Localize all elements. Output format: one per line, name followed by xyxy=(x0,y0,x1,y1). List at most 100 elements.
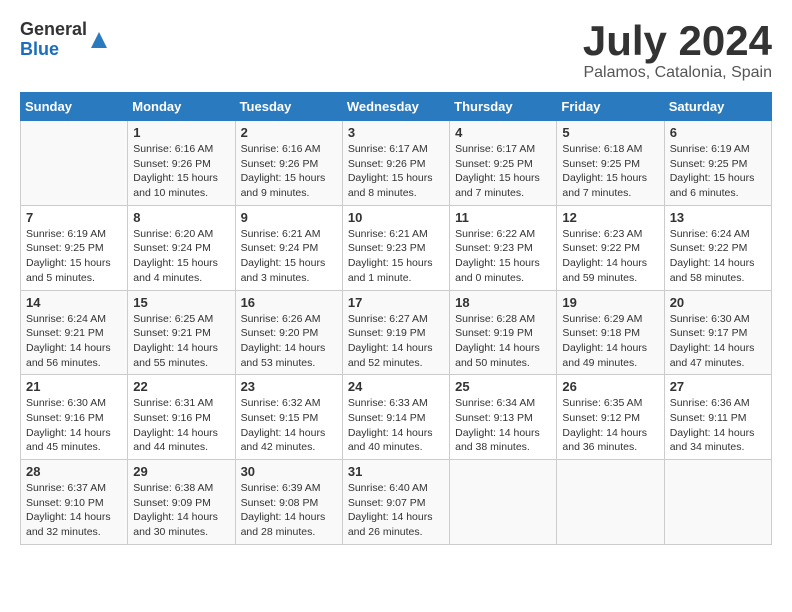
calendar-cell: 7 Sunrise: 6:19 AM Sunset: 9:25 PM Daylig… xyxy=(21,205,128,290)
calendar-week-row: 7 Sunrise: 6:19 AM Sunset: 9:25 PM Daylig… xyxy=(21,205,772,290)
location: Palamos, Catalonia, Spain xyxy=(583,64,772,82)
calendar-cell xyxy=(21,121,128,206)
day-number: 30 xyxy=(241,464,337,479)
header-monday: Monday xyxy=(128,93,235,121)
day-number: 1 xyxy=(133,125,229,140)
day-number: 11 xyxy=(455,210,551,225)
day-number: 6 xyxy=(670,125,766,140)
day-info: Sunrise: 6:19 AM Sunset: 9:25 PM Dayligh… xyxy=(26,227,122,286)
day-number: 25 xyxy=(455,379,551,394)
calendar-cell: 9Sunrise: 6:21 AM Sunset: 9:24 PM Daylig… xyxy=(235,205,342,290)
day-number: 12 xyxy=(562,210,658,225)
day-number: 26 xyxy=(562,379,658,394)
day-info: Sunrise: 6:37 AM Sunset: 9:10 PM Dayligh… xyxy=(26,481,122,540)
day-info: Sunrise: 6:30 AM Sunset: 9:16 PM Dayligh… xyxy=(26,396,122,455)
day-number: 27 xyxy=(670,379,766,394)
day-info: Sunrise: 6:21 AM Sunset: 9:24 PM Dayligh… xyxy=(241,227,337,286)
day-info: Sunrise: 6:39 AM Sunset: 9:08 PM Dayligh… xyxy=(241,481,337,540)
day-number: 3 xyxy=(348,125,444,140)
calendar-cell: 20 Sunrise: 6:30 AM Sunset: 9:17 PM Dayli… xyxy=(664,290,771,375)
logo-icon xyxy=(89,30,109,50)
day-info: Sunrise: 6:22 AM Sunset: 9:23 PM Dayligh… xyxy=(455,227,551,286)
day-info: Sunrise: 6:33 AM Sunset: 9:14 PM Dayligh… xyxy=(348,396,444,455)
calendar-cell: 3 Sunrise: 6:17 AM Sunset: 9:26 PM Daylig… xyxy=(342,121,449,206)
calendar-cell xyxy=(664,460,771,545)
day-info: Sunrise: 6:31 AM Sunset: 9:16 PM Dayligh… xyxy=(133,396,229,455)
header-tuesday: Tuesday xyxy=(235,93,342,121)
calendar-cell: 4Sunrise: 6:17 AM Sunset: 9:25 PM Daylig… xyxy=(450,121,557,206)
month-title: July 2024 xyxy=(583,20,772,62)
calendar-cell: 10 Sunrise: 6:21 AM Sunset: 9:23 PM Dayli… xyxy=(342,205,449,290)
calendar-cell: 30 Sunrise: 6:39 AM Sunset: 9:08 PM Dayli… xyxy=(235,460,342,545)
header-thursday: Thursday xyxy=(450,93,557,121)
day-number: 10 xyxy=(348,210,444,225)
calendar-cell: 11 Sunrise: 6:22 AM Sunset: 9:23 PM Dayli… xyxy=(450,205,557,290)
day-info: Sunrise: 6:36 AM Sunset: 9:11 PM Dayligh… xyxy=(670,396,766,455)
day-info: Sunrise: 6:20 AM Sunset: 9:24 PM Dayligh… xyxy=(133,227,229,286)
calendar-cell: 5 Sunrise: 6:18 AM Sunset: 9:25 PM Daylig… xyxy=(557,121,664,206)
day-info: Sunrise: 6:18 AM Sunset: 9:25 PM Dayligh… xyxy=(562,142,658,201)
calendar-cell: 1 Sunrise: 6:16 AM Sunset: 9:26 PM Daylig… xyxy=(128,121,235,206)
day-number: 20 xyxy=(670,295,766,310)
day-info: Sunrise: 6:26 AM Sunset: 9:20 PM Dayligh… xyxy=(241,312,337,371)
header-sunday: Sunday xyxy=(21,93,128,121)
day-number: 29 xyxy=(133,464,229,479)
calendar-cell: 24Sunrise: 6:33 AM Sunset: 9:14 PM Dayli… xyxy=(342,375,449,460)
day-info: Sunrise: 6:40 AM Sunset: 9:07 PM Dayligh… xyxy=(348,481,444,540)
calendar-week-row: 14 Sunrise: 6:24 AM Sunset: 9:21 PM Dayli… xyxy=(21,290,772,375)
day-info: Sunrise: 6:29 AM Sunset: 9:18 PM Dayligh… xyxy=(562,312,658,371)
day-info: Sunrise: 6:16 AM Sunset: 9:26 PM Dayligh… xyxy=(133,142,229,201)
calendar-cell: 2 Sunrise: 6:16 AM Sunset: 9:26 PM Daylig… xyxy=(235,121,342,206)
day-number: 23 xyxy=(241,379,337,394)
day-info: Sunrise: 6:34 AM Sunset: 9:13 PM Dayligh… xyxy=(455,396,551,455)
calendar-cell: 6 Sunrise: 6:19 AM Sunset: 9:25 PM Daylig… xyxy=(664,121,771,206)
logo-general: General xyxy=(20,20,87,40)
calendar-cell: 29 Sunrise: 6:38 AM Sunset: 9:09 PM Dayli… xyxy=(128,460,235,545)
header-wednesday: Wednesday xyxy=(342,93,449,121)
header-friday: Friday xyxy=(557,93,664,121)
calendar-header-row: SundayMondayTuesdayWednesdayThursdayFrid… xyxy=(21,93,772,121)
calendar-cell: 25 Sunrise: 6:34 AM Sunset: 9:13 PM Dayli… xyxy=(450,375,557,460)
header-saturday: Saturday xyxy=(664,93,771,121)
day-number: 21 xyxy=(26,379,122,394)
day-number: 4 xyxy=(455,125,551,140)
day-info: Sunrise: 6:17 AM Sunset: 9:26 PM Dayligh… xyxy=(348,142,444,201)
page-header: General Blue July 2024 Palamos, Cataloni… xyxy=(20,20,772,82)
day-info: Sunrise: 6:32 AM Sunset: 9:15 PM Dayligh… xyxy=(241,396,337,455)
day-number: 18 xyxy=(455,295,551,310)
day-number: 31 xyxy=(348,464,444,479)
calendar-cell: 21 Sunrise: 6:30 AM Sunset: 9:16 PM Dayli… xyxy=(21,375,128,460)
calendar-cell xyxy=(450,460,557,545)
day-number: 8 xyxy=(133,210,229,225)
day-number: 5 xyxy=(562,125,658,140)
day-info: Sunrise: 6:23 AM Sunset: 9:22 PM Dayligh… xyxy=(562,227,658,286)
day-info: Sunrise: 6:19 AM Sunset: 9:25 PM Dayligh… xyxy=(670,142,766,201)
calendar-cell: 16 Sunrise: 6:26 AM Sunset: 9:20 PM Dayli… xyxy=(235,290,342,375)
calendar-cell: 15Sunrise: 6:25 AM Sunset: 9:21 PM Dayli… xyxy=(128,290,235,375)
day-number: 2 xyxy=(241,125,337,140)
calendar-cell: 31 Sunrise: 6:40 AM Sunset: 9:07 PM Dayli… xyxy=(342,460,449,545)
logo: General Blue xyxy=(20,20,109,60)
day-info: Sunrise: 6:16 AM Sunset: 9:26 PM Dayligh… xyxy=(241,142,337,201)
day-number: 16 xyxy=(241,295,337,310)
day-info: Sunrise: 6:21 AM Sunset: 9:23 PM Dayligh… xyxy=(348,227,444,286)
calendar-cell: 8 Sunrise: 6:20 AM Sunset: 9:24 PM Daylig… xyxy=(128,205,235,290)
calendar-cell: 19Sunrise: 6:29 AM Sunset: 9:18 PM Dayli… xyxy=(557,290,664,375)
day-info: Sunrise: 6:27 AM Sunset: 9:19 PM Dayligh… xyxy=(348,312,444,371)
calendar-cell: 12 Sunrise: 6:23 AM Sunset: 9:22 PM Dayli… xyxy=(557,205,664,290)
day-number: 14 xyxy=(26,295,122,310)
day-info: Sunrise: 6:24 AM Sunset: 9:21 PM Dayligh… xyxy=(26,312,122,371)
day-number: 28 xyxy=(26,464,122,479)
day-info: Sunrise: 6:35 AM Sunset: 9:12 PM Dayligh… xyxy=(562,396,658,455)
day-number: 7 xyxy=(26,210,122,225)
day-info: Sunrise: 6:28 AM Sunset: 9:19 PM Dayligh… xyxy=(455,312,551,371)
calendar-week-row: 21 Sunrise: 6:30 AM Sunset: 9:16 PM Dayli… xyxy=(21,375,772,460)
calendar-cell: 22Sunrise: 6:31 AM Sunset: 9:16 PM Dayli… xyxy=(128,375,235,460)
calendar-week-row: 28 Sunrise: 6:37 AM Sunset: 9:10 PM Dayli… xyxy=(21,460,772,545)
calendar-cell xyxy=(557,460,664,545)
day-info: Sunrise: 6:38 AM Sunset: 9:09 PM Dayligh… xyxy=(133,481,229,540)
calendar-cell: 14 Sunrise: 6:24 AM Sunset: 9:21 PM Dayli… xyxy=(21,290,128,375)
day-info: Sunrise: 6:30 AM Sunset: 9:17 PM Dayligh… xyxy=(670,312,766,371)
calendar-cell: 17Sunrise: 6:27 AM Sunset: 9:19 PM Dayli… xyxy=(342,290,449,375)
day-info: Sunrise: 6:25 AM Sunset: 9:21 PM Dayligh… xyxy=(133,312,229,371)
